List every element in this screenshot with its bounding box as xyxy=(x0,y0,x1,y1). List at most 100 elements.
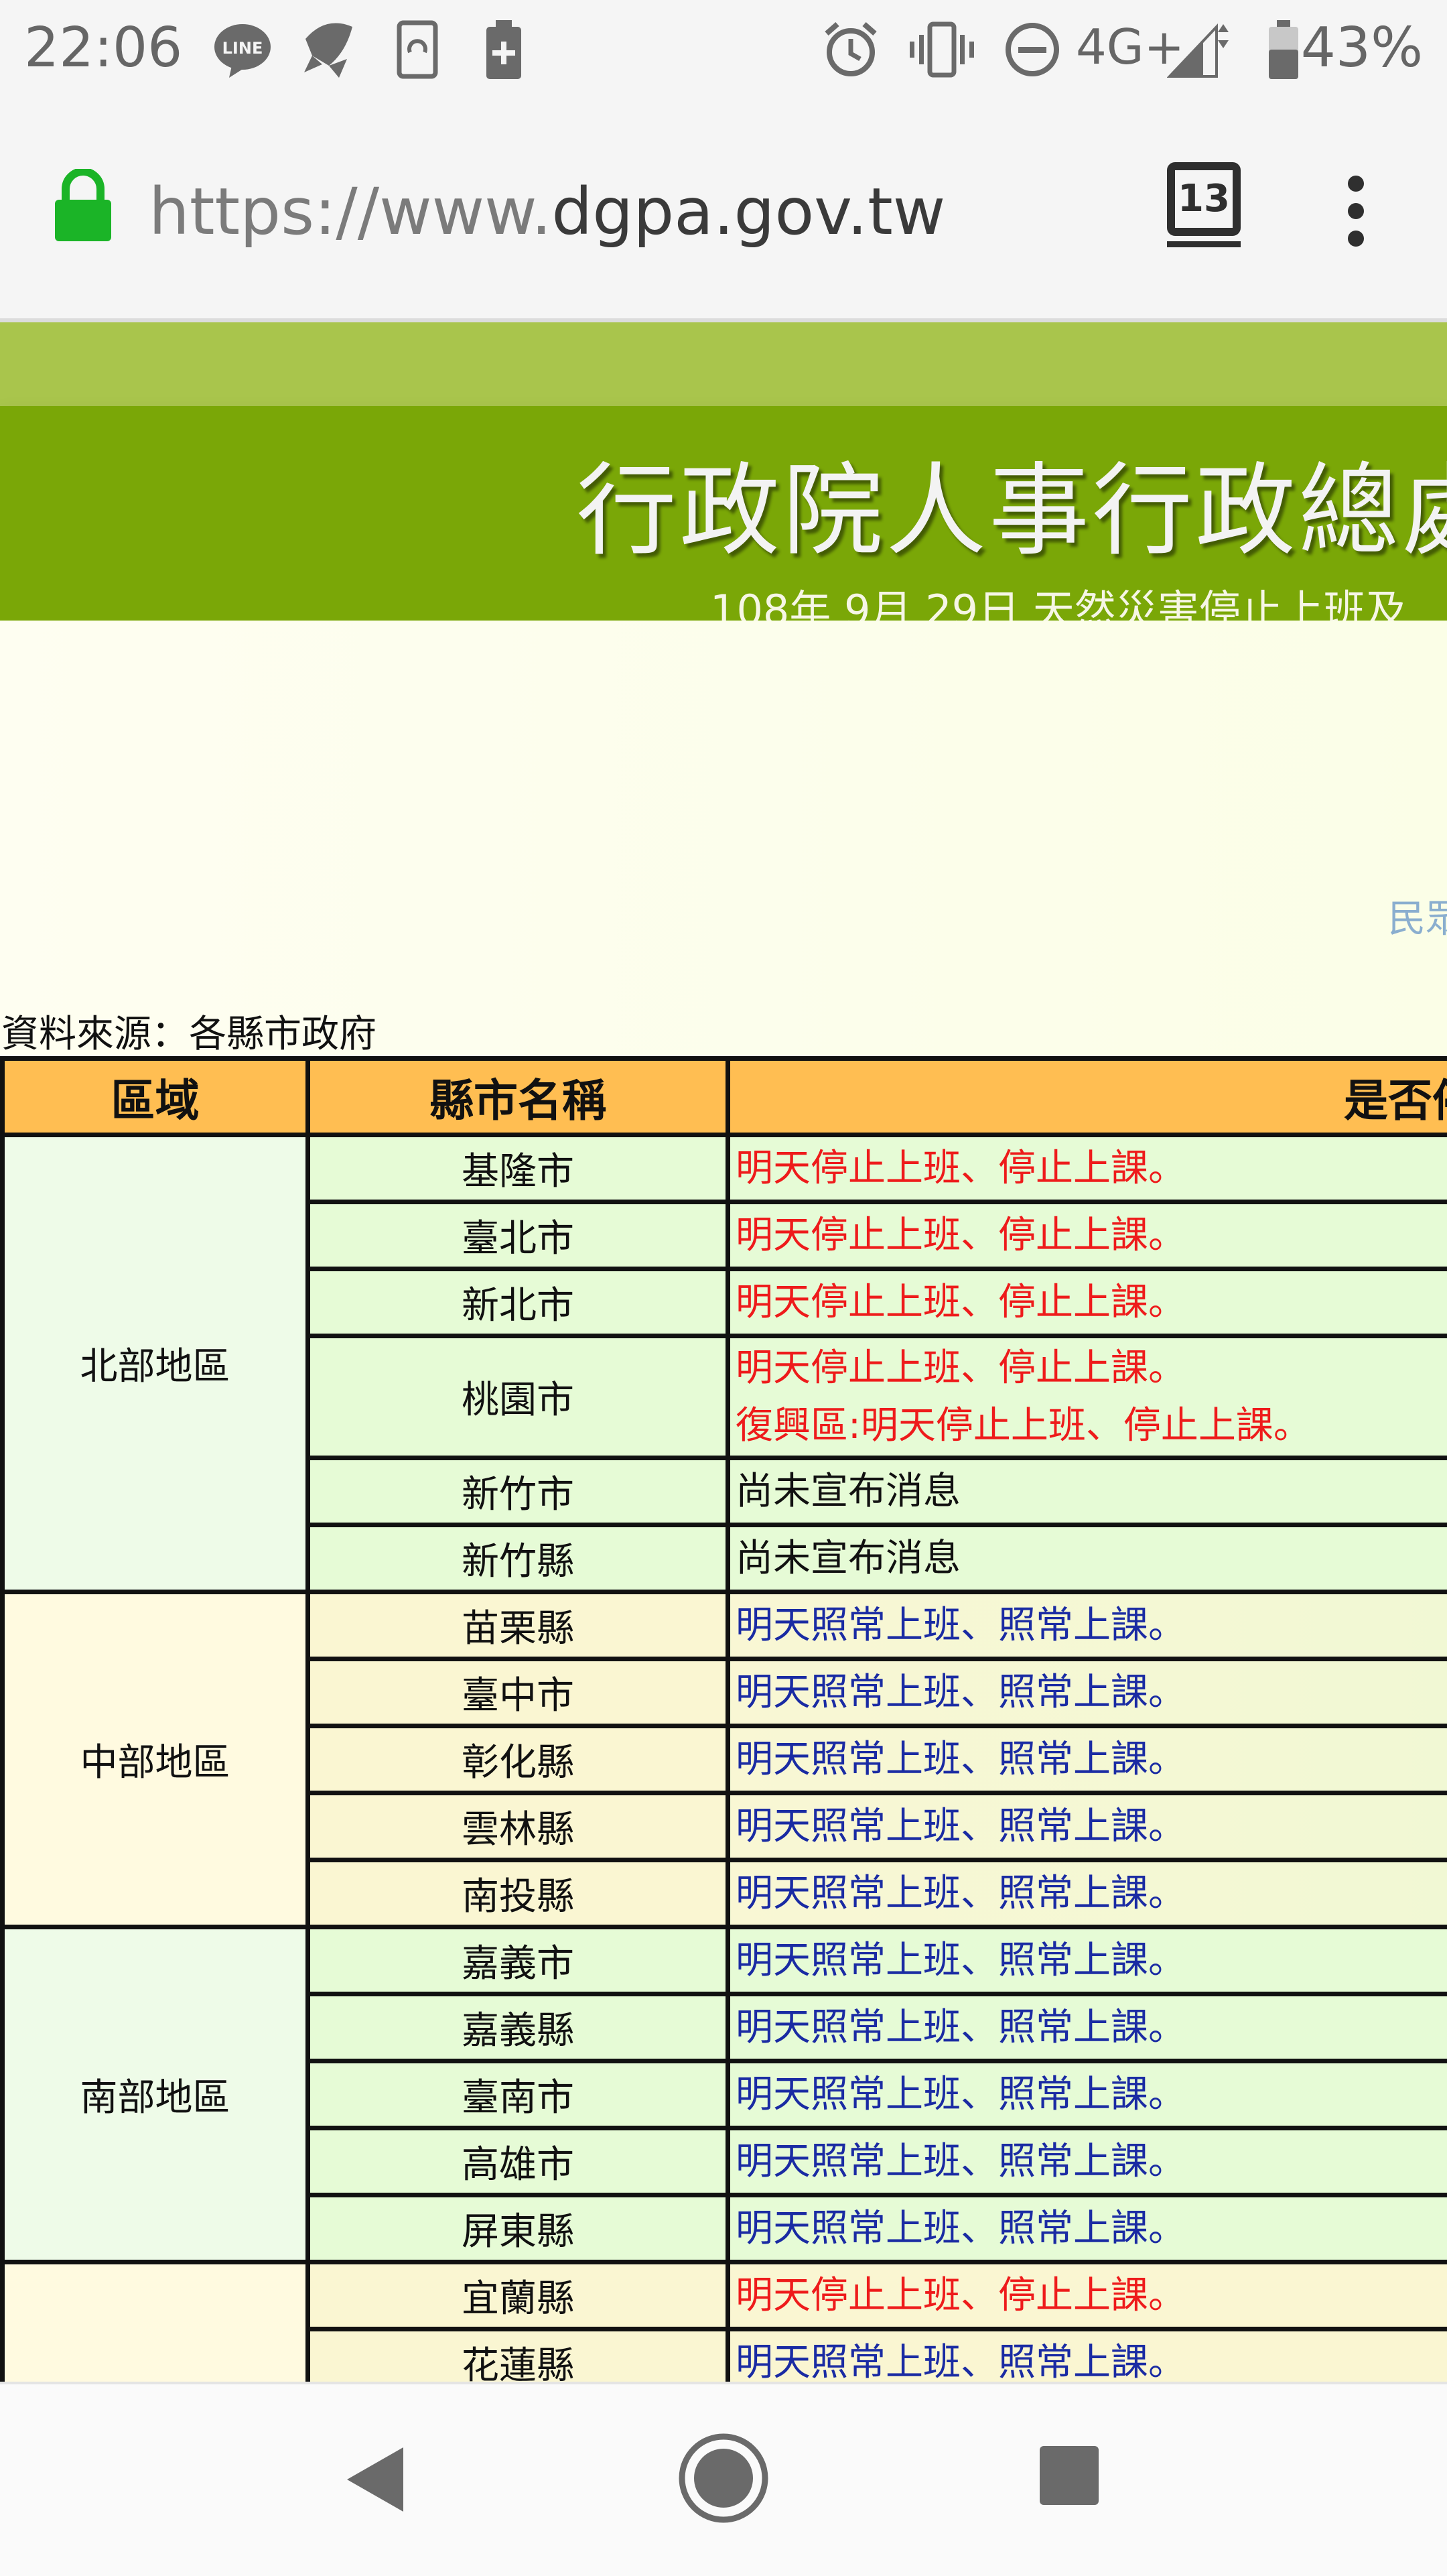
status-cell: 明天停止上班、停止上課。 xyxy=(728,1202,1447,1269)
status-line: 明天照常上班、照常上課。 xyxy=(736,2066,1447,2124)
county-cell: 高雄市 xyxy=(308,2128,728,2195)
header-status: 是否停止 xyxy=(728,1059,1447,1135)
status-cell: 尚未宣布消息 xyxy=(728,1458,1447,1525)
header-county: 縣市名稱 xyxy=(308,1059,728,1135)
county-cell: 苗栗縣 xyxy=(308,1592,728,1659)
source-note: 資料來源：各縣市政府 xyxy=(1,1004,376,1058)
status-cell: 明天停止上班、停止上課。 xyxy=(728,1135,1447,1202)
status-line: 明天停止上班、停止上課。 xyxy=(736,1340,1447,1397)
android-nav-bar xyxy=(0,2382,1447,2576)
browser-toolbar: https://www.dgpa.gov.tw 13 xyxy=(0,101,1447,322)
url-host: dgpa.gov.tw xyxy=(551,174,945,249)
county-cell: 彰化縣 xyxy=(308,1726,728,1793)
table-row: 宜蘭縣明天停止上班、停止上課。 xyxy=(3,2262,1447,2329)
table-row: 北部地區基隆市明天停止上班、停止上課。 xyxy=(3,1135,1447,1202)
county-cell: 新竹市 xyxy=(308,1458,728,1525)
url-scheme: https://www. xyxy=(149,174,551,249)
status-cell: 明天照常上班、照常上課。 xyxy=(728,1860,1447,1927)
tab-switcher-button[interactable]: 13 xyxy=(1167,162,1241,236)
status-time: 22:06 xyxy=(24,16,182,80)
lock-icon[interactable] xyxy=(52,169,114,243)
status-cell: 明天照常上班、照常上課。 xyxy=(728,2329,1447,2382)
county-cell: 臺北市 xyxy=(308,1202,728,1269)
line-icon: LINE xyxy=(212,19,273,80)
status-line: 明天照常上班、照常上課。 xyxy=(736,2133,1447,2191)
status-line: 尚未宣布消息 xyxy=(736,1463,1447,1521)
public-link[interactable]: 民眾 xyxy=(1388,889,1447,943)
alarm-icon xyxy=(823,19,879,80)
county-cell: 新北市 xyxy=(308,1269,728,1336)
status-cell: 明天照常上班、照常上課。 xyxy=(728,2195,1447,2262)
county-cell: 新竹縣 xyxy=(308,1525,728,1592)
status-line: 明天照常上班、照常上課。 xyxy=(736,1731,1447,1789)
status-cell: 明天停止上班、停止上課。 xyxy=(728,1269,1447,1336)
status-cell: 明天照常上班、照常上課。 xyxy=(728,1659,1447,1726)
table-row: 中部地區苗栗縣明天照常上班、照常上課。 xyxy=(3,1592,1447,1659)
status-line: 明天照常上班、照常上課。 xyxy=(736,2334,1447,2382)
county-cell: 宜蘭縣 xyxy=(308,2262,728,2329)
dnd-icon xyxy=(1004,19,1061,80)
region-cell: 中部地區 xyxy=(3,1592,308,1927)
county-cell: 花蓮縣 xyxy=(308,2329,728,2382)
status-line: 明天照常上班、照常上課。 xyxy=(736,1664,1447,1722)
closure-table-container: 區域 縣市名稱 是否停止 北部地區基隆市明天停止上班、停止上課。臺北市明天停止上… xyxy=(0,1056,1447,2382)
status-line: 復興區:明天停止上班、停止上課。 xyxy=(736,1397,1447,1455)
county-cell: 雲林縣 xyxy=(308,1793,728,1860)
status-cell: 尚未宣布消息 xyxy=(728,1525,1447,1592)
signal-icon xyxy=(1167,19,1231,80)
status-cell: 明天照常上班、照常上課。 xyxy=(728,2128,1447,2195)
county-cell: 臺中市 xyxy=(308,1659,728,1726)
region-cell xyxy=(3,2262,308,2382)
status-cell: 明天照常上班、照常上課。 xyxy=(728,2061,1447,2128)
battery-percent: 43% xyxy=(1301,16,1423,80)
status-line: 明天照常上班、照常上課。 xyxy=(736,1865,1447,1923)
closure-table: 區域 縣市名稱 是否停止 北部地區基隆市明天停止上班、停止上課。臺北市明天停止上… xyxy=(0,1056,1447,2382)
status-line: 明天停止上班、停止上課。 xyxy=(736,2267,1447,2325)
table-body: 北部地區基隆市明天停止上班、停止上課。臺北市明天停止上班、停止上課。新北市明天停… xyxy=(3,1135,1447,2382)
county-cell: 南投縣 xyxy=(308,1860,728,1927)
status-line: 尚未宣布消息 xyxy=(736,1530,1447,1588)
status-line: 明天停止上班、停止上課。 xyxy=(736,1140,1447,1198)
status-cell: 明天照常上班、照常上課。 xyxy=(728,1592,1447,1659)
site-banner: 行政院人事行政總處 108年 9月 29日 天然災害停止上班及 xyxy=(0,406,1447,621)
status-line: 明天停止上班、停止上課。 xyxy=(736,1207,1447,1265)
status-line: 明天停止上班、停止上課。 xyxy=(736,1274,1447,1332)
battery-plus-icon xyxy=(484,19,524,80)
back-icon[interactable] xyxy=(343,2445,407,2514)
status-line: 明天照常上班、照常上課。 xyxy=(736,1999,1447,2057)
status-line: 明天照常上班、照常上課。 xyxy=(736,1597,1447,1655)
county-cell: 桃園市 xyxy=(308,1336,728,1458)
table-row: 南部地區嘉義市明天照常上班、照常上課。 xyxy=(3,1927,1447,1994)
county-cell: 嘉義縣 xyxy=(308,1994,728,2061)
svg-text:LINE: LINE xyxy=(222,39,263,58)
status-line: 明天照常上班、照常上課。 xyxy=(736,1932,1447,1990)
status-line: 明天照常上班、照常上課。 xyxy=(736,2200,1447,2258)
address-bar[interactable]: https://www.dgpa.gov.tw xyxy=(149,174,945,249)
file-sync-icon xyxy=(397,19,438,80)
more-menu-icon[interactable] xyxy=(1344,174,1368,248)
recents-icon[interactable] xyxy=(1038,2445,1100,2506)
status-cell: 明天停止上班、停止上課。 xyxy=(728,2262,1447,2329)
org-title: 行政院人事行政總處 xyxy=(576,430,1447,575)
status-cell: 明天停止上班、停止上課。復興區:明天停止上班、停止上課。 xyxy=(728,1336,1447,1458)
header-stripe xyxy=(0,322,1447,406)
county-cell: 臺南市 xyxy=(308,2061,728,2128)
status-cell: 明天照常上班、照常上課。 xyxy=(728,1793,1447,1860)
status-cell: 明天照常上班、照常上課。 xyxy=(728,1994,1447,2061)
status-bar: 22:06 LINE 4G+ xyxy=(0,0,1447,101)
county-cell: 嘉義市 xyxy=(308,1927,728,1994)
county-cell: 屏東縣 xyxy=(308,2195,728,2262)
battery-icon xyxy=(1266,19,1301,80)
status-line: 明天照常上班、照常上課。 xyxy=(736,1798,1447,1856)
status-cell: 明天照常上班、照常上課。 xyxy=(728,1927,1447,1994)
tab-switcher-underline xyxy=(1167,241,1241,247)
table-header-row: 區域 縣市名稱 是否停止 xyxy=(3,1059,1447,1135)
rocket-icon xyxy=(299,19,359,80)
vibrate-icon xyxy=(908,19,975,80)
home-icon[interactable] xyxy=(677,2431,770,2525)
header-region: 區域 xyxy=(3,1059,308,1135)
county-cell: 基隆市 xyxy=(308,1135,728,1202)
region-cell: 南部地區 xyxy=(3,1927,308,2262)
region-cell: 北部地區 xyxy=(3,1135,308,1592)
status-cell: 明天照常上班、照常上課。 xyxy=(728,1726,1447,1793)
